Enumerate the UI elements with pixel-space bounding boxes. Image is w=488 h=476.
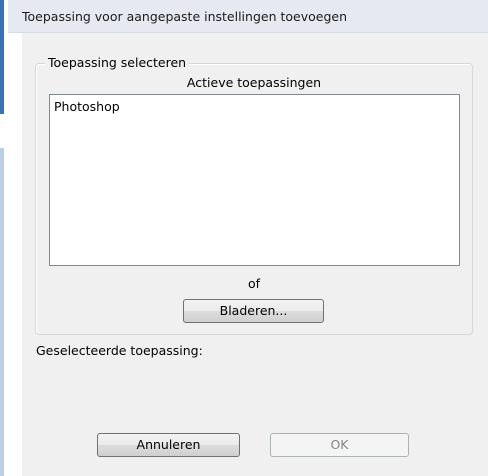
active-applications-heading: Actieve toepassingen — [186, 75, 322, 90]
selected-application-label: Geselecteerde toepassing: — [36, 343, 203, 358]
window-title: Toepassing voor aangepaste instellingen … — [22, 9, 347, 24]
ok-button[interactable]: OK — [270, 433, 409, 457]
active-applications-list[interactable]: Photoshop — [49, 94, 460, 266]
browse-button[interactable]: Bladeren... — [183, 299, 324, 323]
add-application-dialog: Toepassing voor aangepaste instellingen … — [0, 0, 488, 476]
or-label: of — [247, 276, 261, 291]
title-bar[interactable]: Toepassing voor aangepaste instellingen … — [8, 0, 488, 33]
cancel-button[interactable]: Annuleren — [97, 433, 240, 457]
window-frame-accent — [0, 0, 4, 114]
group-legend: Toepassing selecteren — [45, 55, 190, 70]
list-item[interactable]: Photoshop — [54, 99, 120, 114]
window-frame-accent-lower — [0, 148, 4, 476]
